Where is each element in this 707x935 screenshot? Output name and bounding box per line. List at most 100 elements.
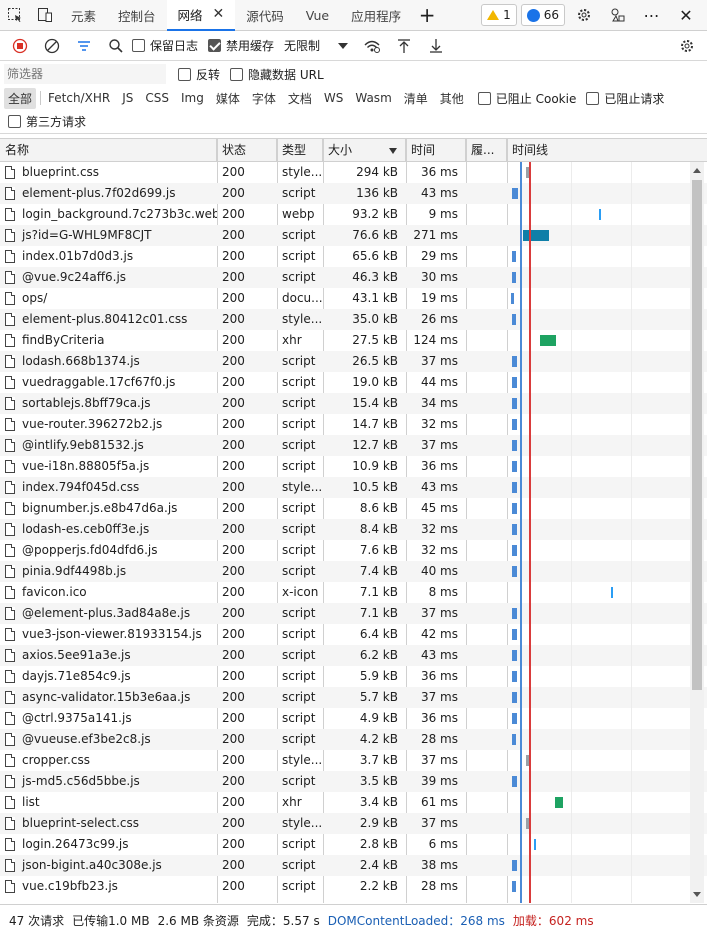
tab-elements[interactable]: 元素 — [60, 0, 107, 30]
request-name-cell[interactable]: vue3-json-viewer.81933154.js — [0, 624, 217, 645]
filter-icon[interactable] — [68, 32, 100, 60]
table-row[interactable]: findByCriteria 200 xhr 27.5 kB 124 ms — [0, 330, 707, 351]
table-row[interactable]: @intlify.9eb81532.js 200 script 12.7 kB 37 m… — [0, 435, 707, 456]
request-name-cell[interactable]: js?id=G-WHL9MF8CJT — [0, 225, 217, 246]
table-row[interactable]: vue-i18n.88805f5a.js 200 script 10.9 kB 36 m… — [0, 456, 707, 477]
request-name-cell[interactable]: ops/ — [0, 288, 217, 309]
filter-input[interactable] — [4, 64, 166, 84]
request-name-cell[interactable]: js-md5.c56d5bbe.js — [0, 771, 217, 792]
request-name-cell[interactable]: favicon.ico — [0, 582, 217, 603]
column-time[interactable]: 时间 — [406, 139, 466, 162]
type-filter-font[interactable]: 字体 — [248, 88, 280, 109]
type-filter-all[interactable]: 全部 — [4, 87, 37, 109]
clear-icon[interactable] — [36, 32, 68, 60]
request-name-cell[interactable]: @element-plus.3ad84a8e.js — [0, 603, 217, 624]
table-row[interactable]: @ctrl.9375a141.js 200 script 4.9 kB 36 ms — [0, 708, 707, 729]
tab-sources[interactable]: 源代码 — [235, 0, 295, 30]
more-options-icon[interactable]: ⋯ — [637, 0, 667, 30]
issues-badge[interactable]: 66 — [520, 4, 565, 26]
third-party-box[interactable] — [8, 115, 21, 128]
table-row[interactable]: json-bigint.a40c308e.js 200 script 2.4 kB 38… — [0, 855, 707, 876]
type-filter-ws[interactable]: WS — [320, 89, 347, 107]
table-row[interactable]: index.01b7d0d3.js 200 script 65.6 kB 29 ms — [0, 246, 707, 267]
device-toolbar-icon[interactable] — [30, 0, 60, 30]
column-waterfall[interactable]: 时间线 — [507, 139, 707, 162]
request-name-cell[interactable]: async-validator.15b3e6aa.js — [0, 687, 217, 708]
import-har-icon[interactable] — [388, 32, 420, 60]
preserve-log-box[interactable] — [132, 39, 145, 52]
request-name-cell[interactable]: bignumber.js.e8b47d6a.js — [0, 498, 217, 519]
request-name-cell[interactable]: list — [0, 792, 217, 813]
search-icon[interactable] — [100, 32, 132, 60]
request-name-cell[interactable]: vue-router.396272b2.js — [0, 414, 217, 435]
network-conditions-icon[interactable] — [356, 32, 388, 60]
invert-checkbox[interactable]: 反转 — [178, 66, 220, 83]
column-name[interactable]: 名称 — [0, 139, 217, 162]
invert-box[interactable] — [178, 67, 191, 81]
request-name-cell[interactable]: @ctrl.9375a141.js — [0, 708, 217, 729]
request-name-cell[interactable]: axios.5ee91a3e.js — [0, 645, 217, 666]
export-har-icon[interactable] — [420, 32, 452, 60]
scroll-up-arrow-icon[interactable] — [693, 168, 701, 173]
type-filter-other[interactable]: 其他 — [436, 88, 468, 109]
table-row[interactable]: sortablejs.8bff79ca.js 200 script 15.4 kB 34… — [0, 393, 707, 414]
table-row[interactable]: async-validator.15b3e6aa.js 200 script 5.7 … — [0, 687, 707, 708]
more-tabs-plus-icon[interactable]: + — [412, 0, 442, 30]
request-name-cell[interactable]: vuedraggable.17cf67f0.js — [0, 372, 217, 393]
settings-gear-icon[interactable] — [569, 0, 599, 30]
table-row[interactable]: cropper.css 200 style... 3.7 kB 37 ms — [0, 750, 707, 771]
table-row[interactable]: vuedraggable.17cf67f0.js 200 script 19.0 kB… — [0, 372, 707, 393]
record-stop-icon[interactable] — [4, 32, 36, 60]
type-filter-doc[interactable]: 文档 — [284, 88, 316, 109]
column-type[interactable]: 类型 — [277, 139, 323, 162]
request-name-cell[interactable]: vue.c19bfb23.js — [0, 876, 217, 897]
table-row[interactable]: dayjs.71e854c9.js 200 script 5.9 kB 36 ms — [0, 666, 707, 687]
request-name-cell[interactable]: login.26473c99.js — [0, 834, 217, 855]
request-name-cell[interactable]: sortablejs.8bff79ca.js — [0, 393, 217, 414]
table-row[interactable]: element-plus.80412c01.css 200 style... 35.0… — [0, 309, 707, 330]
table-row[interactable]: @element-plus.3ad84a8e.js 200 script 7.1 kB… — [0, 603, 707, 624]
warnings-badge[interactable]: 1 — [481, 4, 517, 26]
request-name-cell[interactable]: index.01b7d0d3.js — [0, 246, 217, 267]
tab-network[interactable]: 网络 ✕ — [166, 0, 236, 31]
request-name-cell[interactable]: element-plus.80412c01.css — [0, 309, 217, 330]
table-row[interactable]: lodash-es.ceb0ff3e.js 200 script 8.4 kB 32 m… — [0, 519, 707, 540]
table-row[interactable]: @vue.9c24aff6.js 200 script 46.3 kB 30 ms — [0, 267, 707, 288]
blocked-cookies-checkbox[interactable]: 已阻止 Cookie — [477, 90, 576, 107]
request-name-cell[interactable]: lodash.668b1374.js — [0, 351, 217, 372]
table-row[interactable]: @vueuse.ef3be2c8.js 200 script 4.2 kB 28 ms — [0, 729, 707, 750]
table-row[interactable]: element-plus.7f02d699.js 200 script 136 kB 4… — [0, 183, 707, 204]
blocked-requests-box[interactable] — [586, 91, 600, 105]
table-scrollbar[interactable] — [690, 162, 704, 903]
table-row[interactable]: index.794f045d.css 200 style... 10.5 kB 43 m… — [0, 477, 707, 498]
request-name-cell[interactable]: index.794f045d.css — [0, 477, 217, 498]
table-row[interactable]: vue3-json-viewer.81933154.js 200 script 6.4… — [0, 624, 707, 645]
request-name-cell[interactable]: @vueuse.ef3be2c8.js — [0, 729, 217, 750]
table-row[interactable]: vue-router.396272b2.js 200 script 14.7 kB 32… — [0, 414, 707, 435]
tab-vue[interactable]: Vue — [295, 0, 340, 30]
request-name-cell[interactable]: dayjs.71e854c9.js — [0, 666, 217, 687]
type-filter-wasm[interactable]: Wasm — [351, 89, 395, 107]
request-name-cell[interactable]: blueprint.css — [0, 162, 217, 183]
customize-icon[interactable] — [603, 0, 633, 30]
preserve-log-checkbox[interactable]: 保留日志 — [132, 37, 198, 54]
hide-data-urls-box[interactable] — [230, 67, 244, 81]
network-settings-gear-icon[interactable] — [671, 32, 703, 60]
table-row[interactable]: lodash.668b1374.js 200 script 26.5 kB 37 ms — [0, 351, 707, 372]
close-devtools-icon[interactable]: ✕ — [671, 0, 701, 30]
table-row[interactable]: vue.c19bfb23.js 200 script 2.2 kB 28 ms — [0, 876, 707, 897]
table-row[interactable]: favicon.ico 200 x-icon 7.1 kB 8 ms — [0, 582, 707, 603]
request-name-cell[interactable]: lodash-es.ceb0ff3e.js — [0, 519, 217, 540]
request-name-cell[interactable]: findByCriteria — [0, 330, 217, 351]
close-tab-icon[interactable]: ✕ — [213, 6, 225, 22]
tab-console[interactable]: 控制台 — [107, 0, 167, 30]
table-row[interactable]: pinia.9df4498b.js 200 script 7.4 kB 40 ms — [0, 561, 707, 582]
table-row[interactable]: bignumber.js.e8b47d6a.js 200 script 8.6 kB 4… — [0, 498, 707, 519]
table-row[interactable]: list 200 xhr 3.4 kB 61 ms — [0, 792, 707, 813]
column-size[interactable]: 大小 — [323, 139, 406, 162]
table-row[interactable]: js-md5.c56d5bbe.js 200 script 3.5 kB 39 ms — [0, 771, 707, 792]
disable-cache-checkbox[interactable]: 禁用缓存 — [208, 37, 274, 54]
type-filter-css[interactable]: CSS — [141, 89, 173, 107]
table-row[interactable]: axios.5ee91a3e.js 200 script 6.2 kB 43 ms — [0, 645, 707, 666]
table-row[interactable]: @popperjs.fd04dfd6.js 200 script 7.6 kB 32 m… — [0, 540, 707, 561]
